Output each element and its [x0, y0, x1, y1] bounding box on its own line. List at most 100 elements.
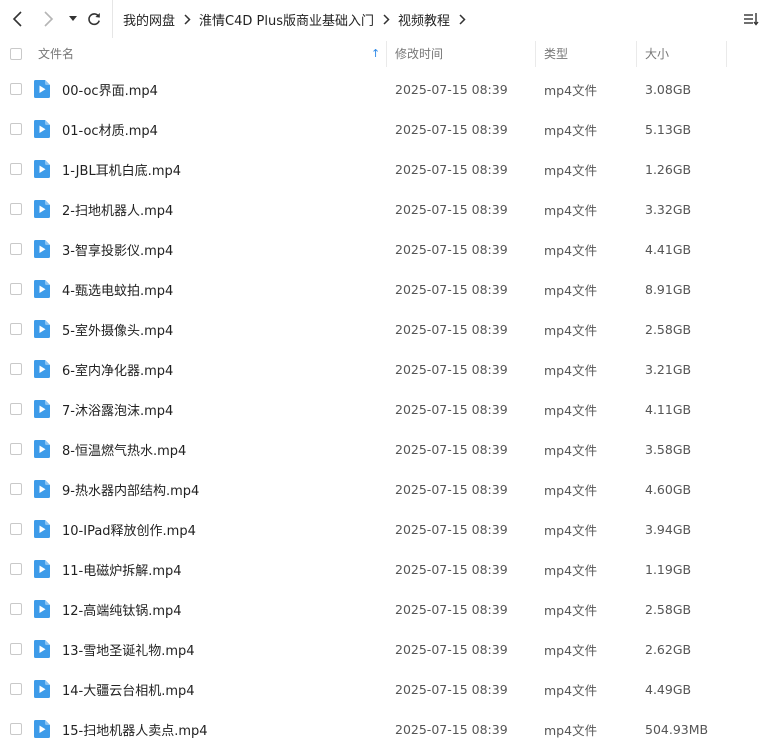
video-file-icon: [34, 320, 50, 338]
video-file-icon: [34, 280, 50, 298]
file-row[interactable]: 12-高端纯钛锅.mp4 2025-07-15 08:39 mp4文件 2.58GB: [0, 589, 767, 629]
file-name[interactable]: 00-oc界面.mp4: [62, 69, 158, 109]
file-modified-time: 2025-07-15 08:39: [395, 161, 508, 177]
row-checkbox[interactable]: [10, 83, 22, 95]
column-name-header[interactable]: 文件名: [38, 38, 74, 68]
file-size: 3.32GB: [645, 201, 692, 217]
row-checkbox[interactable]: [10, 363, 22, 375]
file-size: 4.41GB: [645, 241, 692, 257]
file-type: mp4文件: [544, 682, 598, 698]
column-divider[interactable]: [535, 41, 536, 67]
row-checkbox[interactable]: [10, 523, 22, 535]
file-name[interactable]: 14-大疆云台相机.mp4: [62, 669, 195, 709]
file-type: mp4文件: [544, 642, 598, 658]
video-file-icon: [34, 120, 50, 138]
file-name[interactable]: 4-甄选电蚊拍.mp4: [62, 269, 173, 309]
file-modified-time: 2025-07-15 08:39: [395, 401, 508, 417]
file-row[interactable]: 9-热水器内部结构.mp4 2025-07-15 08:39 mp4文件 4.60GB: [0, 469, 767, 509]
breadcrumb-separator-icon: [184, 13, 191, 25]
file-type: mp4文件: [544, 402, 598, 418]
row-checkbox[interactable]: [10, 123, 22, 135]
sort-options-button[interactable]: [741, 9, 761, 29]
file-row[interactable]: 7-沐浴露泡沫.mp4 2025-07-15 08:39 mp4文件 4.11GB: [0, 389, 767, 429]
row-checkbox[interactable]: [10, 243, 22, 255]
row-checkbox[interactable]: [10, 443, 22, 455]
file-modified-time: 2025-07-15 08:39: [395, 441, 508, 457]
file-row[interactable]: 8-恒温燃气热水.mp4 2025-07-15 08:39 mp4文件 3.58GB: [0, 429, 767, 469]
column-divider[interactable]: [386, 41, 387, 67]
file-name[interactable]: 1-JBL耳机白底.mp4: [62, 149, 181, 189]
file-name[interactable]: 01-oc材质.mp4: [62, 109, 158, 149]
row-checkbox[interactable]: [10, 723, 22, 735]
file-name[interactable]: 8-恒温燃气热水.mp4: [62, 429, 186, 469]
file-name[interactable]: 11-电磁炉拆解.mp4: [62, 549, 182, 589]
refresh-button[interactable]: [84, 9, 104, 29]
file-row[interactable]: 00-oc界面.mp4 2025-07-15 08:39 mp4文件 3.08GB: [0, 69, 767, 109]
video-file-icon: [34, 640, 50, 658]
file-row[interactable]: 01-oc材质.mp4 2025-07-15 08:39 mp4文件 5.13GB: [0, 109, 767, 149]
file-name[interactable]: 2-扫地机器人.mp4: [62, 189, 173, 229]
select-all-checkbox[interactable]: [10, 48, 22, 60]
video-file-icon: [34, 200, 50, 218]
video-file-icon: [34, 680, 50, 698]
breadcrumb: 我的网盘 淮情C4D Plus版商业基础入门 视频教程: [112, 0, 474, 38]
toolbar: 我的网盘 淮情C4D Plus版商业基础入门 视频教程: [0, 0, 767, 38]
row-checkbox[interactable]: [10, 203, 22, 215]
back-button[interactable]: [8, 9, 28, 29]
file-row[interactable]: 3-智享投影仪.mp4 2025-07-15 08:39 mp4文件 4.41GB: [0, 229, 767, 269]
breadcrumb-item-root[interactable]: 我的网盘: [123, 10, 175, 29]
file-type: mp4文件: [544, 602, 598, 618]
file-name[interactable]: 9-热水器内部结构.mp4: [62, 469, 199, 509]
row-checkbox[interactable]: [10, 403, 22, 415]
video-file-icon: [34, 440, 50, 458]
file-row[interactable]: 15-扫地机器人卖点.mp4 2025-07-15 08:39 mp4文件 504.9…: [0, 709, 767, 749]
file-name[interactable]: 15-扫地机器人卖点.mp4: [62, 709, 208, 749]
column-type-header[interactable]: 类型: [544, 38, 568, 68]
file-row[interactable]: 10-IPad释放创作.mp4 2025-07-15 08:39 mp4文件 3.94…: [0, 509, 767, 549]
file-type: mp4文件: [544, 242, 598, 258]
breadcrumb-separator-icon: [383, 13, 390, 25]
breadcrumb-expand-icon[interactable]: [459, 13, 466, 25]
row-checkbox[interactable]: [10, 683, 22, 695]
file-row[interactable]: 13-雪地圣诞礼物.mp4 2025-07-15 08:39 mp4文件 2.62GB: [0, 629, 767, 669]
history-dropdown-button[interactable]: [63, 9, 83, 29]
file-row[interactable]: 14-大疆云台相机.mp4 2025-07-15 08:39 mp4文件 4.49GB: [0, 669, 767, 709]
file-row[interactable]: 4-甄选电蚊拍.mp4 2025-07-15 08:39 mp4文件 8.91GB: [0, 269, 767, 309]
column-divider[interactable]: [726, 41, 727, 67]
file-row[interactable]: 11-电磁炉拆解.mp4 2025-07-15 08:39 mp4文件 1.19GB: [0, 549, 767, 589]
file-name[interactable]: 5-室外摄像头.mp4: [62, 309, 173, 349]
file-name[interactable]: 12-高端纯钛锅.mp4: [62, 589, 182, 629]
file-row[interactable]: 2-扫地机器人.mp4 2025-07-15 08:39 mp4文件 3.32GB: [0, 189, 767, 229]
file-type: mp4文件: [544, 522, 598, 538]
file-row[interactable]: 6-室内净化器.mp4 2025-07-15 08:39 mp4文件 3.21GB: [0, 349, 767, 389]
sort-ascending-icon[interactable]: ↑: [371, 38, 380, 68]
row-checkbox[interactable]: [10, 603, 22, 615]
file-modified-time: 2025-07-15 08:39: [395, 721, 508, 737]
file-type: mp4文件: [544, 322, 598, 338]
breadcrumb-item-current[interactable]: 视频教程: [398, 10, 450, 29]
file-size: 3.94GB: [645, 521, 692, 537]
file-size: 8.91GB: [645, 281, 692, 297]
column-modified-header[interactable]: 修改时间: [395, 38, 443, 68]
file-modified-time: 2025-07-15 08:39: [395, 681, 508, 697]
file-name[interactable]: 3-智享投影仪.mp4: [62, 229, 173, 269]
file-size: 4.11GB: [645, 401, 692, 417]
column-size-header[interactable]: 大小: [645, 38, 669, 68]
file-name[interactable]: 6-室内净化器.mp4: [62, 349, 173, 389]
file-name[interactable]: 7-沐浴露泡沫.mp4: [62, 389, 173, 429]
row-checkbox[interactable]: [10, 483, 22, 495]
row-checkbox[interactable]: [10, 163, 22, 175]
file-row[interactable]: 1-JBL耳机白底.mp4 2025-07-15 08:39 mp4文件 1.26GB: [0, 149, 767, 189]
row-checkbox[interactable]: [10, 283, 22, 295]
breadcrumb-item-course[interactable]: 淮情C4D Plus版商业基础入门: [199, 10, 374, 29]
file-row[interactable]: 5-室外摄像头.mp4 2025-07-15 08:39 mp4文件 2.58GB: [0, 309, 767, 349]
file-size: 3.21GB: [645, 361, 692, 377]
row-checkbox[interactable]: [10, 643, 22, 655]
file-name[interactable]: 13-雪地圣诞礼物.mp4: [62, 629, 195, 669]
forward-button[interactable]: [38, 9, 58, 29]
row-checkbox[interactable]: [10, 563, 22, 575]
row-checkbox[interactable]: [10, 323, 22, 335]
file-name[interactable]: 10-IPad释放创作.mp4: [62, 509, 196, 549]
file-size: 504.93MB: [645, 721, 709, 737]
column-divider[interactable]: [636, 41, 637, 67]
